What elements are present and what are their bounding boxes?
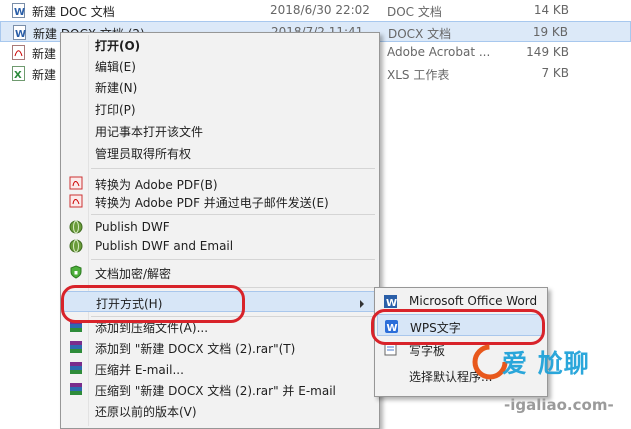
- menu-encrypt-label: 文档加密/解密: [95, 267, 172, 281]
- adobe-pdf-icon: [69, 176, 83, 190]
- docx-file-icon: W: [13, 25, 26, 40]
- menu-add-archive-label: 添加到压缩文件(A)...: [95, 321, 209, 335]
- winrar-icon: [69, 361, 83, 375]
- menu-add-archive[interactable]: 添加到压缩文件(A)...: [63, 316, 377, 337]
- file-row[interactable]: W 新建 DOC 文档 2018/6/30 22:02 DOC 文档 14 KB: [0, 0, 631, 21]
- winrar-icon: [69, 340, 83, 354]
- menu-new[interactable]: 新建(N): [63, 76, 377, 97]
- context-menu: 打开(O) 编辑(E) 新建(N) 打印(P) 用记事本打开该文件 管理员取得所…: [60, 32, 380, 429]
- menu-convert-pdf-email[interactable]: 转换为 Adobe PDF 并通过电子邮件发送(E): [63, 191, 377, 212]
- menu-separator: [91, 214, 375, 215]
- menu-open-with-label: 打开方式(H): [96, 297, 163, 311]
- xls-file-icon: X: [12, 66, 25, 81]
- file-name: 新建: [32, 68, 57, 82]
- submenu-word-label: Microsoft Office Word: [409, 294, 538, 308]
- menu-compress-rar-email[interactable]: 压缩到 "新建 DOCX 文档 (2).rar" 并 E-mail: [63, 379, 377, 400]
- word-icon: W: [383, 294, 398, 309]
- svg-text:X: X: [14, 70, 22, 81]
- wordpad-icon: [383, 342, 398, 357]
- menu-convert-pdf-email-label: 转换为 Adobe PDF 并通过电子邮件发送(E): [95, 196, 329, 210]
- menu-edit-label: 编辑(E): [95, 60, 136, 74]
- menu-print[interactable]: 打印(P): [63, 98, 377, 119]
- dwf-globe-icon: [69, 220, 83, 234]
- file-type: DOCX 文档: [388, 27, 452, 41]
- file-size: 14 KB: [533, 3, 569, 17]
- file-type: Adobe Acrobat ...: [387, 45, 491, 59]
- menu-restore-versions[interactable]: 还原以前的版本(V): [63, 400, 377, 421]
- menu-publish-dwf[interactable]: Publish DWF: [63, 217, 377, 238]
- menu-add-rar[interactable]: 添加到 "新建 DOCX 文档 (2).rar"(T): [63, 337, 377, 358]
- file-name: 新建: [32, 47, 57, 61]
- menu-open-label: 打开(O): [95, 39, 141, 53]
- submenu-arrow-icon: [360, 300, 364, 308]
- file-size: 19 KB: [532, 25, 568, 39]
- submenu-word[interactable]: W Microsoft Office Word: [377, 290, 543, 312]
- menu-publish-dwf-label: Publish DWF: [95, 220, 170, 234]
- menu-take-ownership[interactable]: 管理员取得所有权: [63, 142, 377, 163]
- menu-open-notepad-label: 用记事本打开该文件: [95, 125, 204, 139]
- shield-icon: [69, 265, 83, 279]
- menu-encrypt[interactable]: 文档加密/解密: [63, 262, 377, 283]
- file-size: 7 KB: [541, 66, 569, 80]
- file-name: 新建 DOC 文档: [32, 5, 115, 19]
- submenu-wps-label: WPS文字: [410, 321, 461, 335]
- watermark-url: -igaliao.com-: [504, 396, 614, 414]
- menu-compress-email-label: 压缩并 E-mail...: [95, 363, 184, 377]
- pdf-file-icon: [12, 45, 25, 60]
- menu-open[interactable]: 打开(O): [63, 34, 377, 55]
- wps-icon: W: [384, 319, 399, 334]
- menu-open-notepad[interactable]: 用记事本打开该文件: [63, 120, 377, 141]
- svg-text:W: W: [386, 298, 397, 309]
- adobe-pdf-email-icon: [69, 194, 83, 208]
- menu-publish-dwf-email-label: Publish DWF and Email: [95, 239, 234, 253]
- doc-file-icon: W: [12, 3, 25, 18]
- menu-separator: [91, 287, 375, 288]
- menu-separator: [91, 259, 375, 260]
- watermark-logo-text: 爱 尬聊: [502, 349, 590, 378]
- winrar-icon: [69, 382, 83, 396]
- menu-edit[interactable]: 编辑(E): [63, 55, 377, 76]
- file-type: DOC 文档: [387, 5, 442, 19]
- file-date: 2018/6/30 22:02: [270, 3, 370, 17]
- menu-compress-email[interactable]: 压缩并 E-mail...: [63, 358, 377, 379]
- svg-text:W: W: [14, 7, 25, 18]
- menu-take-ownership-label: 管理员取得所有权: [95, 147, 192, 161]
- menu-new-label: 新建(N): [95, 81, 138, 95]
- winrar-icon: [69, 319, 83, 333]
- menu-add-rar-label: 添加到 "新建 DOCX 文档 (2).rar"(T): [95, 342, 296, 356]
- site-watermark: 爱 尬聊 -igaliao.com-: [470, 338, 630, 421]
- svg-text:W: W: [387, 323, 398, 334]
- menu-publish-dwf-email[interactable]: Publish DWF and Email: [63, 236, 377, 257]
- menu-open-with[interactable]: 打开方式(H): [63, 291, 377, 312]
- svg-text:W: W: [15, 29, 26, 40]
- file-type: XLS 工作表: [387, 68, 450, 82]
- menu-print-label: 打印(P): [95, 103, 136, 117]
- submenu-wps[interactable]: W WPS文字: [377, 314, 543, 336]
- submenu-wordpad-label: 写字板: [409, 344, 446, 358]
- menu-separator: [91, 168, 375, 169]
- file-size: 149 KB: [526, 45, 569, 59]
- menu-compress-rar-email-label: 压缩到 "新建 DOCX 文档 (2).rar" 并 E-mail: [95, 384, 336, 398]
- dwf-globe-icon: [69, 239, 83, 253]
- menu-restore-versions-label: 还原以前的版本(V): [95, 405, 197, 419]
